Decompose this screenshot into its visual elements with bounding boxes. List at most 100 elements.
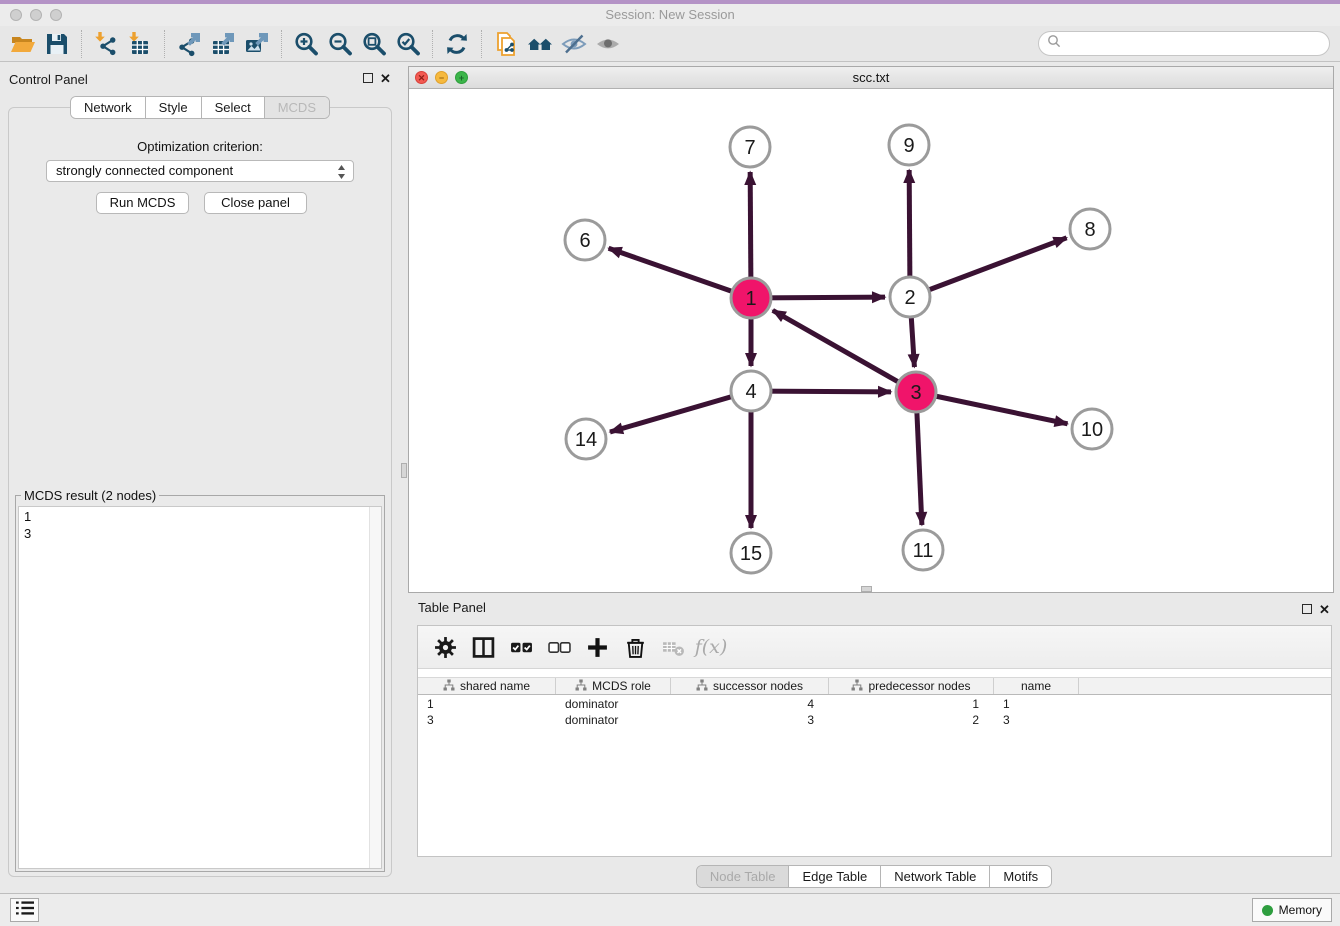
result-scrollbar[interactable]: [369, 507, 381, 868]
table-panel-title: Table Panel: [418, 600, 486, 615]
graph-node-10[interactable]: 10: [1072, 409, 1112, 449]
graph-node-8[interactable]: 8: [1070, 209, 1110, 249]
edge-4-14[interactable]: [610, 391, 751, 432]
task-history-button[interactable]: [10, 898, 39, 922]
export-image-icon[interactable]: [240, 29, 274, 59]
delete-row-icon[interactable]: [616, 630, 654, 664]
network-close-button[interactable]: ✕: [415, 71, 428, 84]
vertical-splitter-grip[interactable]: [401, 463, 407, 478]
column-header-name[interactable]: name: [994, 678, 1079, 694]
hide-selected-icon[interactable]: [557, 29, 591, 59]
list-icon: [14, 899, 36, 922]
column-header-shared-name[interactable]: shared name: [418, 678, 556, 694]
table-cell[interactable]: dominator: [556, 696, 671, 712]
status-bar: Memory: [0, 893, 1340, 926]
graph-node-3[interactable]: 3: [896, 372, 936, 412]
show-all-icon[interactable]: [591, 29, 625, 59]
app-titlebar: Session: New Session: [0, 4, 1340, 26]
graph-node-2[interactable]: 2: [890, 277, 930, 317]
network-window-titlebar[interactable]: ✕ − + scc.txt: [409, 67, 1333, 89]
tab-mcds[interactable]: MCDS: [264, 97, 329, 118]
column-header-MCDS-role[interactable]: MCDS role: [556, 678, 671, 694]
close-panel-icon[interactable]: ✕: [379, 73, 392, 86]
graph-node-9[interactable]: 9: [889, 125, 929, 165]
graph-node-14[interactable]: 14: [566, 419, 606, 459]
float-table-panel-icon[interactable]: [1300, 604, 1313, 617]
import-network-icon[interactable]: [89, 29, 123, 59]
first-neighbors-icon[interactable]: [523, 29, 557, 59]
save-session-icon[interactable]: [40, 29, 74, 59]
attribute-tree-icon: [575, 679, 587, 694]
graph-node-4[interactable]: 4: [731, 371, 771, 411]
optimization-criterion-select[interactable]: strongly connected component: [46, 160, 354, 182]
app-zoom-button[interactable]: [50, 9, 62, 21]
select-all-icon[interactable]: [502, 630, 540, 664]
clone-network-icon[interactable]: [489, 29, 523, 59]
network-canvas[interactable]: 7 9 6 8 1 2 4 3 14 10 15 11: [409, 89, 1333, 592]
control-panel: Control Panel ✕ NetworkStyleSelectMCDS O…: [0, 62, 400, 893]
close-table-panel-icon[interactable]: ✕: [1318, 604, 1331, 617]
search-input[interactable]: [1062, 34, 1329, 54]
zoom-selected-icon[interactable]: [391, 29, 425, 59]
table-tab-network-table[interactable]: Network Table: [880, 866, 989, 887]
run-mcds-button[interactable]: Run MCDS: [96, 192, 189, 214]
table-cell[interactable]: 2: [829, 712, 994, 728]
tab-select[interactable]: Select: [201, 97, 264, 118]
network-view-window: ✕ − + scc.txt 7 9 6 8 1 2 4 3 14 10 15 11: [408, 66, 1334, 593]
float-panel-icon[interactable]: [361, 73, 374, 86]
deselect-all-icon[interactable]: [540, 630, 578, 664]
table-cell[interactable]: 3: [671, 712, 829, 728]
table-tab-node-table[interactable]: Node Table: [697, 866, 789, 887]
edge-3-10[interactable]: [916, 392, 1068, 424]
graph-node-7[interactable]: 7: [730, 127, 770, 167]
graph-node-15[interactable]: 15: [731, 533, 771, 573]
horizontal-splitter-grip[interactable]: [861, 586, 872, 592]
table-cell[interactable]: 1: [994, 696, 1079, 712]
network-maximize-button[interactable]: +: [455, 71, 468, 84]
table-cell[interactable]: 4: [671, 696, 829, 712]
table-tab-motifs[interactable]: Motifs: [989, 866, 1051, 887]
search-box[interactable]: [1038, 31, 1330, 56]
tab-network[interactable]: Network: [71, 97, 145, 118]
edge-3-1[interactable]: [773, 310, 916, 392]
export-network-icon[interactable]: [172, 29, 206, 59]
columns-icon[interactable]: [464, 630, 502, 664]
memory-status-icon: [1262, 905, 1273, 916]
column-header-successor-nodes[interactable]: successor nodes: [671, 678, 829, 694]
svg-text:14: 14: [575, 429, 597, 451]
table-cell[interactable]: 3: [994, 712, 1079, 728]
zoom-out-icon[interactable]: [323, 29, 357, 59]
table-cell[interactable]: 3: [418, 712, 556, 728]
column-header-predecessor-nodes[interactable]: predecessor nodes: [829, 678, 994, 694]
tab-style[interactable]: Style: [145, 97, 201, 118]
memory-button[interactable]: Memory: [1252, 898, 1332, 922]
settings-icon[interactable]: [426, 630, 464, 664]
add-row-icon[interactable]: [578, 630, 616, 664]
table-cell[interactable]: 1: [829, 696, 994, 712]
table-row[interactable]: 3dominator323: [418, 712, 1331, 728]
edge-1-6[interactable]: [609, 248, 751, 298]
svg-text:2: 2: [904, 287, 915, 309]
graph-node-11[interactable]: 11: [903, 530, 943, 570]
open-session-icon[interactable]: [6, 29, 40, 59]
graph-node-1[interactable]: 1: [731, 278, 771, 318]
svg-text:7: 7: [744, 137, 755, 159]
table-cell[interactable]: dominator: [556, 712, 671, 728]
edge-2-8[interactable]: [910, 238, 1067, 297]
table-cell[interactable]: 1: [418, 696, 556, 712]
graph-node-6[interactable]: 6: [565, 220, 605, 260]
network-minimize-button[interactable]: −: [435, 71, 448, 84]
zoom-in-icon[interactable]: [289, 29, 323, 59]
svg-text:8: 8: [1084, 219, 1095, 241]
column-label: MCDS role: [592, 679, 651, 693]
zoom-fit-icon[interactable]: [357, 29, 391, 59]
table-tab-edge-table[interactable]: Edge Table: [788, 866, 880, 887]
mcds-result-textarea[interactable]: 13: [18, 506, 382, 869]
close-panel-button[interactable]: Close panel: [204, 192, 307, 214]
table-row[interactable]: 1dominator411: [418, 696, 1331, 712]
import-table-icon[interactable]: [123, 29, 157, 59]
app-close-button[interactable]: [10, 9, 22, 21]
export-table-icon[interactable]: [206, 29, 240, 59]
app-minimize-button[interactable]: [30, 9, 42, 21]
refresh-layout-icon[interactable]: [440, 29, 474, 59]
